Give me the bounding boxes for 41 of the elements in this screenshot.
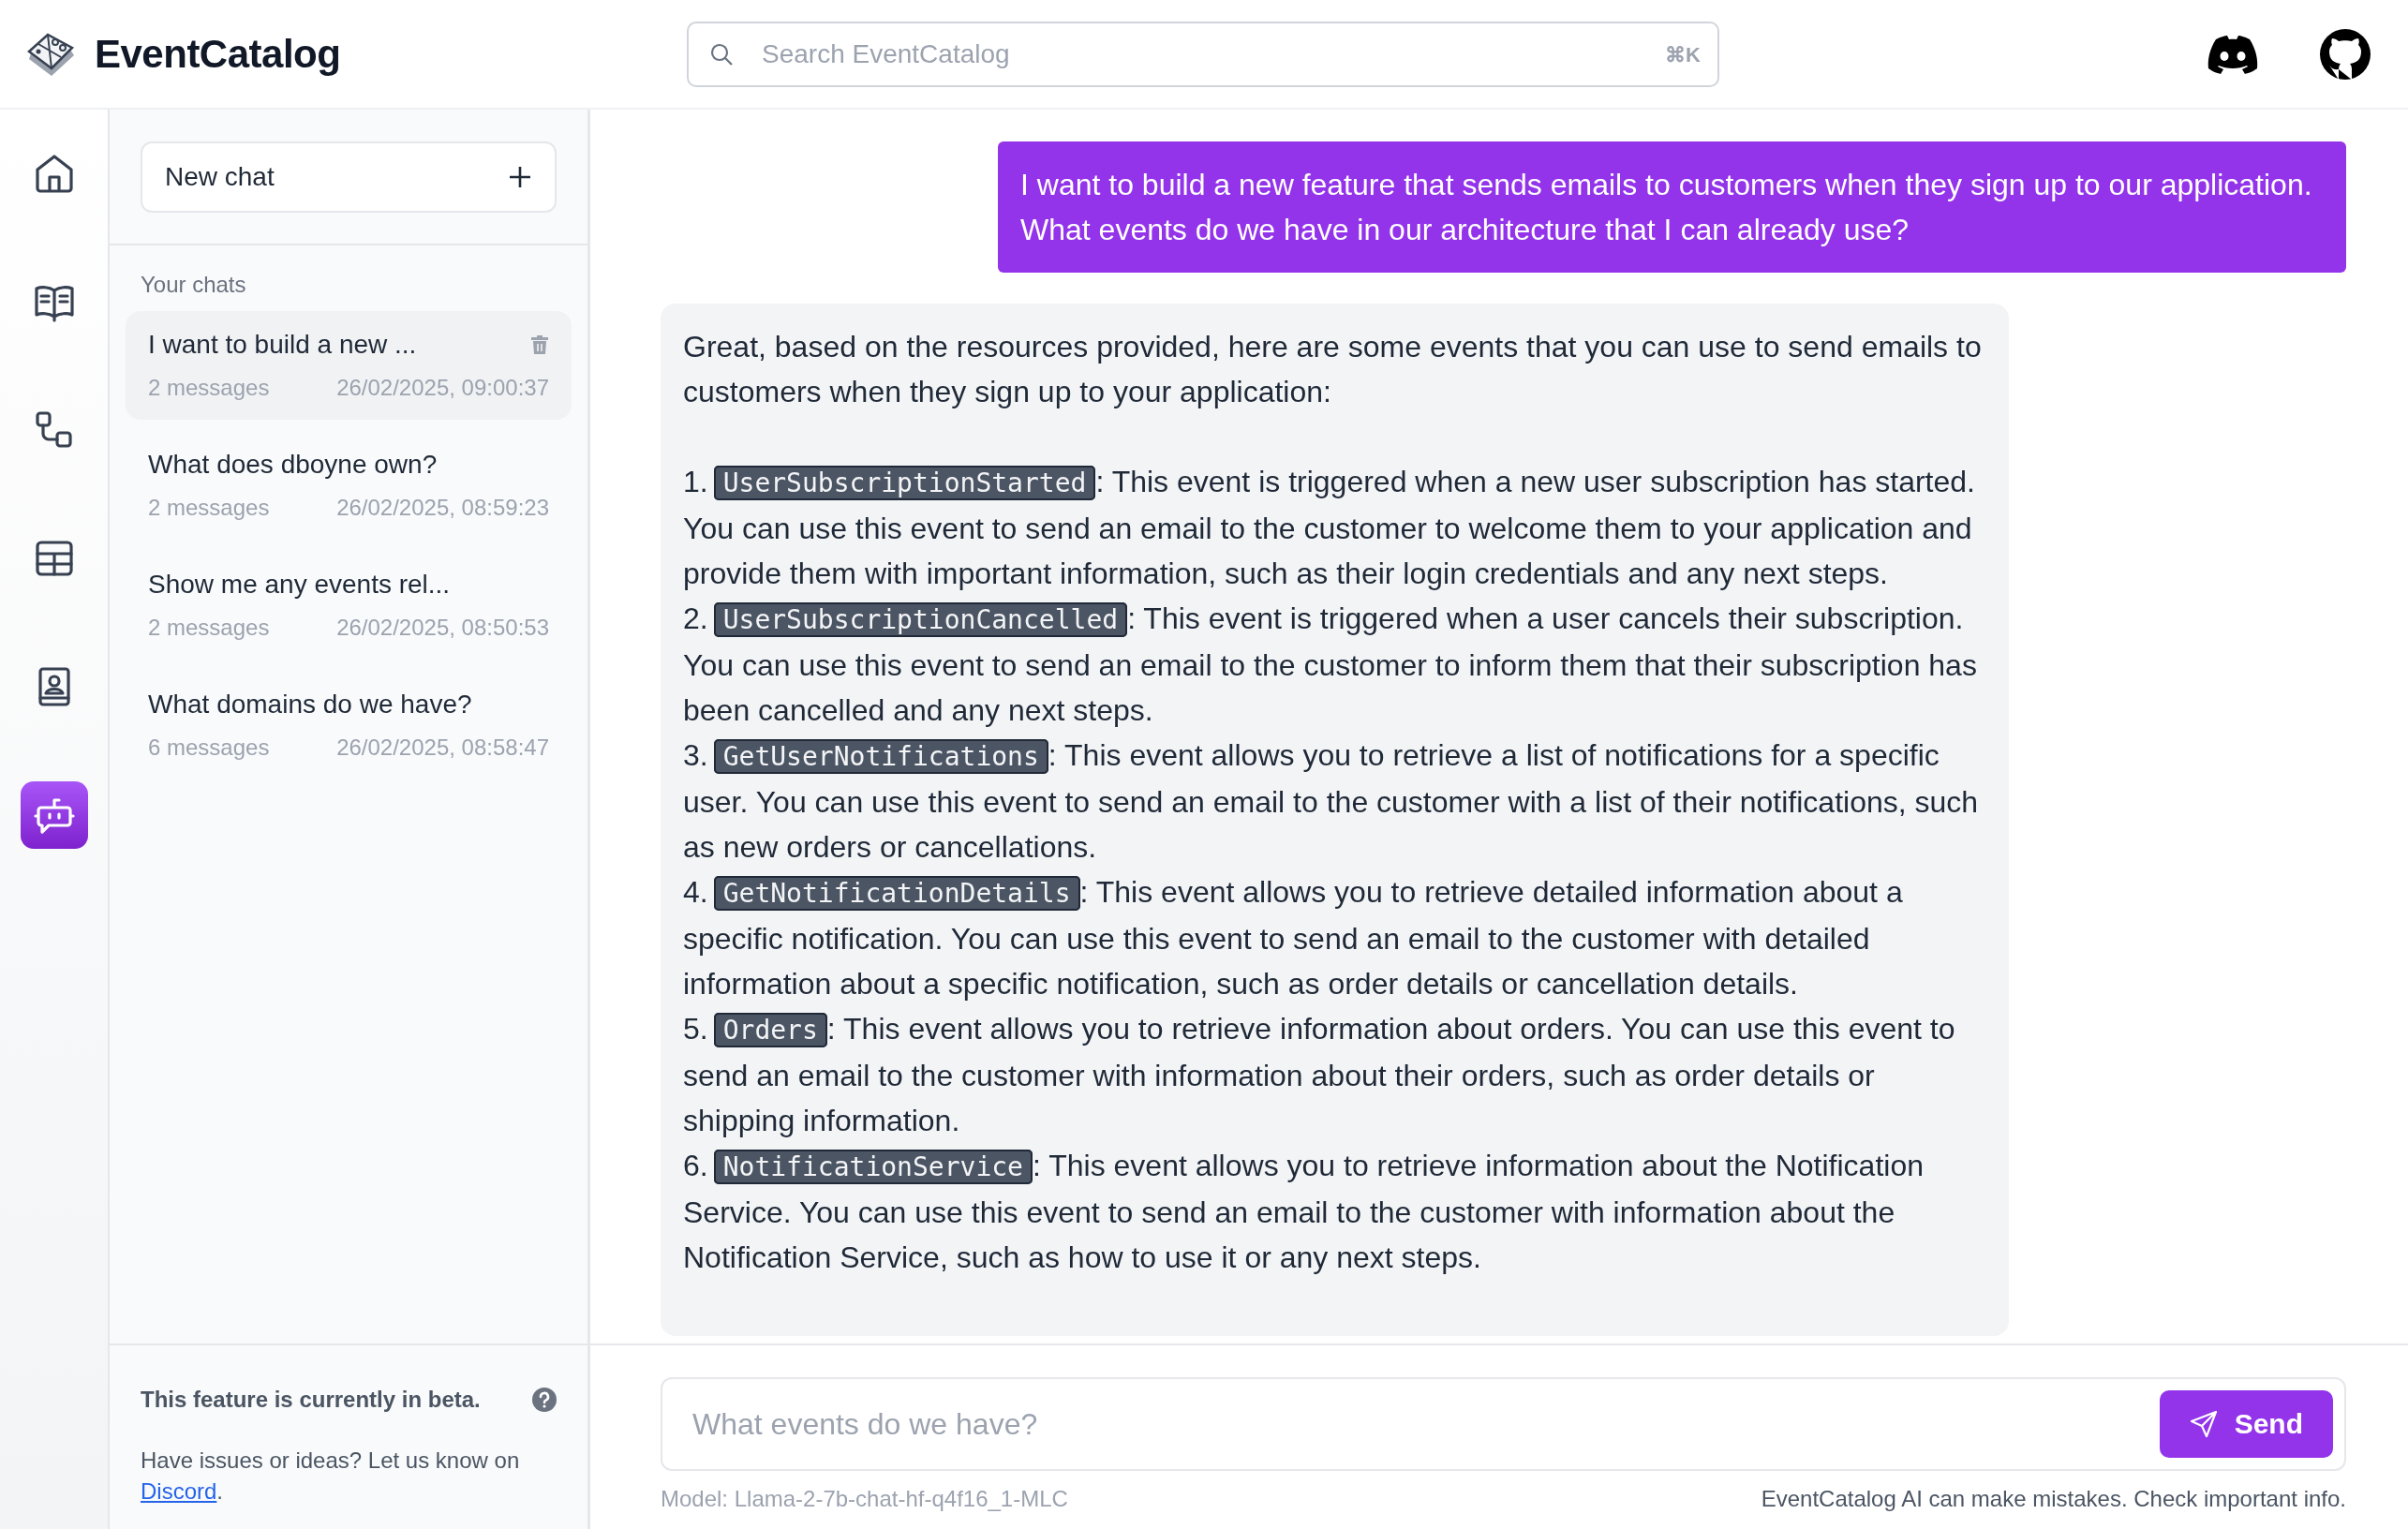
chat-list-item[interactable]: I want to build a new ... 2 messages 26/02/2025, 09:00:37 [126, 311, 572, 420]
chat-timestamp: 26/02/2025, 08:59:23 [336, 495, 549, 521]
chat-list-item[interactable]: What domains do we have? 6 messages 26/02/2025, 08:58:47 [126, 671, 572, 779]
answer-list-item: 1. UserSubscriptionStarted : This event is triggered when a new user subscription has started. You can use this event to send an email to the customer to welcome them to your application and provide them with important information, such as their login credentials and any next steps. [683, 464, 1976, 592]
answer-list-item: 3. GetUserNotifications : This event allows you to retrieve a list of notifications for a specific user. You can use this event to send an email to the customer with a list of their notifications, such as new orders or cancellations. [683, 737, 1980, 866]
disclaimer-text: EventCatalog AI can make mistakes. Check important info. [1761, 1486, 2346, 1512]
nav-button[interactable] [20, 781, 88, 849]
user-message: I want to build a new feature that sends emails to customers when they sign up to our application. What events do we have in our architecture that I can already use? [998, 141, 2346, 273]
message-count: 2 messages [148, 375, 270, 401]
send-icon [2189, 1410, 2218, 1438]
chat-list-item[interactable]: Show me any events rel... 2 messages 26/02/2025, 08:50:53 [126, 551, 572, 660]
section-heading: Your chats [140, 271, 247, 299]
message-count: 2 messages [148, 615, 270, 641]
help-icon[interactable] [532, 1388, 557, 1412]
chat-title: What domains do we have? [148, 690, 472, 720]
new-chat-button[interactable]: New chat [141, 141, 557, 213]
shortcut-hint: ⌘K [1665, 42, 1701, 67]
model-label: Model: Llama-2-7b-chat-hf-q4f16_1-MLC [661, 1486, 1068, 1512]
discord-link[interactable]: Discord [141, 1478, 217, 1504]
chat-title: What does dboyne own? [148, 450, 438, 480]
chat-timestamp: 26/02/2025, 09:00:37 [336, 375, 549, 401]
answer-list-item: 5. Orders : This event allows you to retrieve information about orders. You can use this event to send an email to the customer with information about their orders, such as order details or shipping information. [683, 1011, 1956, 1139]
beta-notice: This feature is currently in beta. [141, 1387, 481, 1413]
feedback-text: Have issues or ideas? Let us know on Discord. [141, 1447, 521, 1506]
discord-icon[interactable] [2207, 33, 2259, 75]
answer-list-item: 4. GetNotificationDetails : This event allows you to retrieve detailed information about a specific notification. You can use this event to send an email to the customer with detailed information about a specific notification, such as order details or cancellation details. [683, 874, 1904, 1002]
app-title: EventCatalog [95, 31, 341, 77]
answer-text: Great, based on the resources provided, here are some events that you can use to send emails to customers when they sign up to your application: [683, 329, 1983, 410]
search-icon [709, 41, 734, 67]
message-count: 2 messages [148, 495, 270, 521]
chat-timestamp: 26/02/2025, 08:58:47 [336, 735, 549, 761]
answer-list-item: 6. NotificationService : This event allows you to retrieve information about the Notification Service. You can use this event to send an email to the customer with information about the Notification Service, such as how to use it or any next steps. [683, 1148, 1925, 1276]
plus-icon [508, 165, 532, 189]
message-count: 6 messages [148, 735, 270, 761]
chat-timestamp: 26/02/2025, 08:50:53 [336, 615, 549, 641]
answer-list-item: 2. UserSubscriptionCancelled : This event is triggered when a user cancels their subscription. You can use this event to send an email to the customer to inform them that their subscription has been cancelled and any next steps. [683, 601, 1978, 729]
chat-list-item[interactable]: What does dboyne own? 2 messages 26/02/2025, 08:59:23 [126, 431, 572, 540]
send-button[interactable]: Send [2159, 1390, 2333, 1458]
chat-title: Show me any events rel... [148, 570, 451, 600]
github-icon[interactable] [2319, 27, 2371, 81]
chat-title: I want to build a new ... [148, 330, 417, 360]
